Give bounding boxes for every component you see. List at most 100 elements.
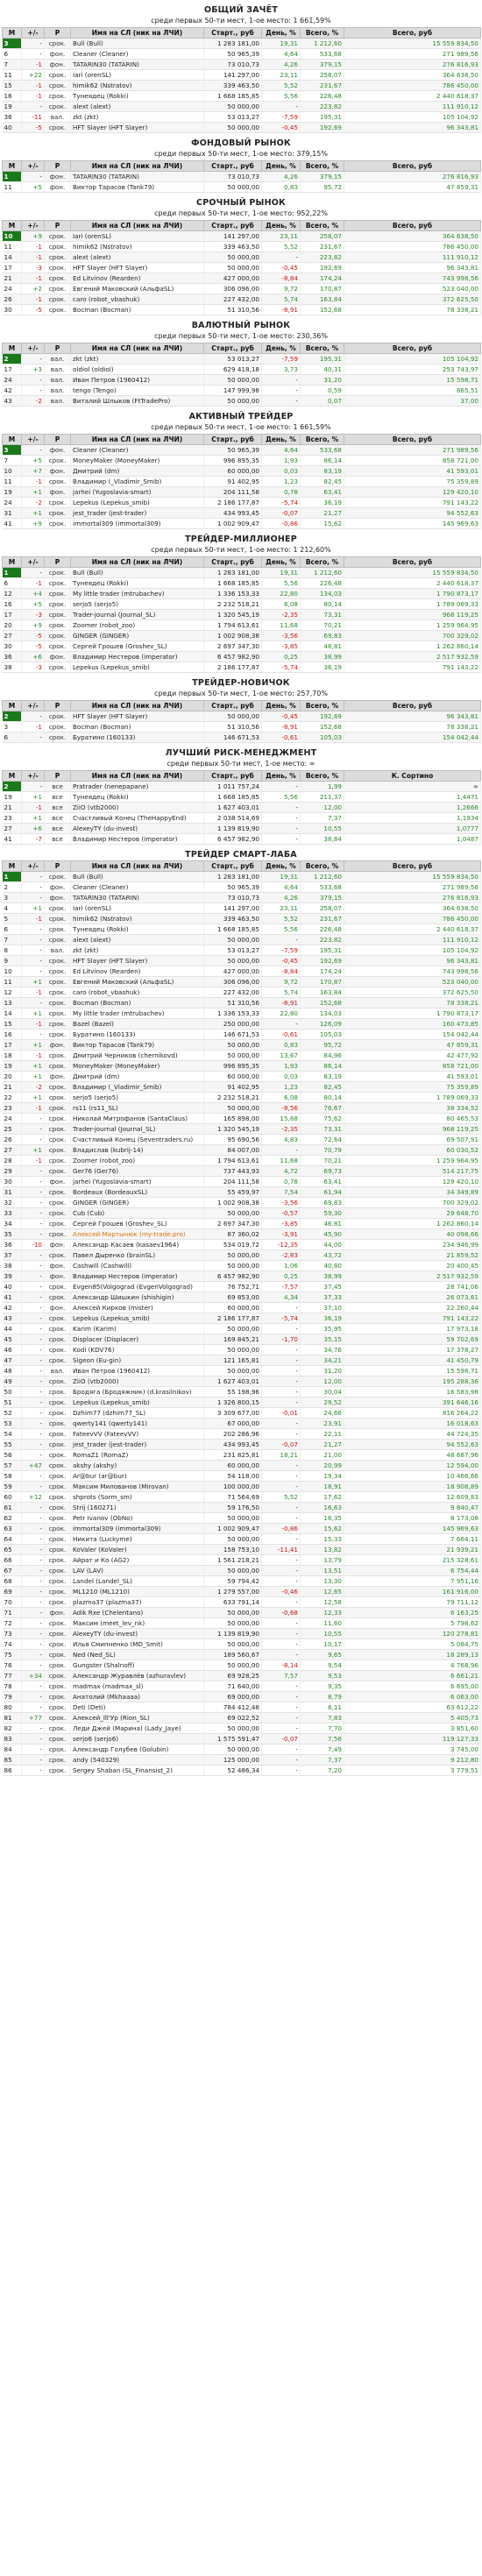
column-header[interactable]: Имя на СЛ (ник на ЛЧИ): [70, 434, 204, 445]
column-header[interactable]: День, %: [261, 556, 301, 568]
column-header[interactable]: Р: [44, 434, 71, 445]
day-cell: -: [261, 934, 301, 945]
column-header[interactable]: Имя на СЛ (ник на ЛЧИ): [70, 700, 204, 711]
column-header[interactable]: Всего, руб: [344, 556, 481, 568]
column-header[interactable]: Всего, руб: [344, 860, 481, 872]
column-header[interactable]: День, %: [261, 434, 301, 445]
total-cell: 1 262 860,14: [344, 1218, 481, 1229]
column-header[interactable]: +/-: [21, 434, 45, 445]
column-header[interactable]: +/-: [21, 160, 45, 172]
column-header[interactable]: +/-: [21, 556, 45, 568]
column-header[interactable]: Всего, %: [300, 27, 344, 39]
column-header[interactable]: Всего, руб: [344, 27, 481, 39]
column-header[interactable]: +/-: [21, 770, 45, 782]
total-cell: 111 910,12: [344, 101, 481, 112]
column-header[interactable]: Старт., руб: [203, 27, 262, 39]
ratings-page: ОБЩИЙ ЗАЧЁТ среди первых 50-ти мест, 1-ое…: [2, 5, 481, 1776]
column-header[interactable]: Старт., руб: [203, 860, 262, 872]
column-header[interactable]: +/-: [21, 860, 45, 872]
rank-cell: 7: [2, 59, 22, 70]
column-header[interactable]: Р: [44, 700, 71, 711]
column-header[interactable]: +/-: [21, 700, 45, 711]
column-header[interactable]: Старт., руб: [203, 700, 262, 711]
column-header[interactable]: День, %: [261, 160, 301, 172]
total-cell: 15 559 834,50: [344, 871, 481, 882]
column-header[interactable]: Всего, %: [300, 770, 344, 782]
total-pct-cell: 73,31: [300, 609, 344, 620]
change-cell: -2: [21, 497, 45, 508]
column-header[interactable]: М: [2, 434, 22, 445]
start-cell: 84 007,00: [203, 1144, 262, 1156]
column-header[interactable]: Имя на СЛ (ник на ЛЧИ): [70, 27, 204, 39]
column-header[interactable]: День, %: [261, 27, 301, 39]
column-header[interactable]: Всего, %: [300, 860, 344, 872]
start-cell: 1 668 185,85: [203, 924, 262, 935]
column-header[interactable]: Старт., руб: [203, 770, 262, 782]
column-header[interactable]: День, %: [261, 220, 301, 231]
column-header[interactable]: +/-: [21, 27, 45, 39]
column-header[interactable]: М: [2, 770, 22, 782]
name-cell: Dzhim77 (dzhim77_SL): [70, 1407, 204, 1419]
column-header[interactable]: Р: [44, 556, 71, 568]
name-cell: ZiiO (vtb2000): [70, 802, 204, 813]
column-header[interactable]: М: [2, 700, 22, 711]
column-header[interactable]: Всего, %: [300, 556, 344, 568]
column-header[interactable]: Всего, %: [300, 700, 344, 711]
total-cell: 22 260,44: [344, 1302, 481, 1313]
column-header[interactable]: М: [2, 160, 22, 172]
column-header[interactable]: День, %: [261, 343, 301, 354]
column-header[interactable]: К. Сортино: [344, 770, 481, 782]
day-cell: -: [261, 1428, 301, 1440]
name-cell: zkt (zkt): [70, 353, 204, 364]
table-row: 6- срок. Буратино (160133) 146 671,53 -0,61 1…: [2, 732, 481, 743]
day-cell: -2,35: [261, 1123, 301, 1135]
column-header[interactable]: М: [2, 556, 22, 568]
start-cell: 53 013,27: [203, 945, 262, 956]
column-header[interactable]: Р: [44, 770, 71, 782]
column-header[interactable]: +/-: [21, 220, 45, 231]
column-header[interactable]: Всего, %: [300, 220, 344, 231]
column-header[interactable]: Имя на СЛ (ник на ЛЧИ): [70, 343, 204, 354]
column-header[interactable]: Всего, руб: [344, 160, 481, 172]
rank-cell: 7: [2, 934, 22, 945]
change-cell: -: [21, 353, 45, 364]
column-header[interactable]: Всего, руб: [344, 700, 481, 711]
column-header[interactable]: Р: [44, 860, 71, 872]
section-subtitle: среди первых 50-ти мест, 1-ое место: 952…: [154, 209, 328, 217]
column-header[interactable]: Старт., руб: [203, 160, 262, 172]
column-header[interactable]: М: [2, 343, 22, 354]
column-header[interactable]: День, %: [261, 860, 301, 872]
day-cell: -: [261, 1702, 301, 1713]
column-header[interactable]: Р: [44, 160, 71, 172]
column-header[interactable]: Всего, руб: [344, 343, 481, 354]
column-header[interactable]: Имя на СЛ (ник на ЛЧИ): [70, 220, 204, 231]
column-header[interactable]: Имя на СЛ (ник на ЛЧИ): [70, 860, 204, 872]
column-header[interactable]: +/-: [21, 343, 45, 354]
column-header[interactable]: М: [2, 27, 22, 39]
column-header[interactable]: Старт., руб: [203, 556, 262, 568]
column-header[interactable]: Р: [44, 343, 71, 354]
column-header[interactable]: М: [2, 220, 22, 231]
table-row: 76- срок. Gungster (Shalnoff) 50 000,00 -8,1…: [2, 1660, 481, 1671]
column-header[interactable]: Всего, руб: [344, 434, 481, 445]
total-pct-cell: 11,60: [300, 1617, 344, 1629]
column-header[interactable]: Всего, руб: [344, 220, 481, 231]
column-header[interactable]: М: [2, 860, 22, 872]
column-header[interactable]: Всего, %: [300, 434, 344, 445]
column-header[interactable]: День, %: [261, 700, 301, 711]
column-header[interactable]: Р: [44, 27, 71, 39]
column-header[interactable]: День, %: [261, 770, 301, 782]
column-header[interactable]: Р: [44, 220, 71, 231]
column-header[interactable]: Старт., руб: [203, 434, 262, 445]
day-cell: 13,67: [261, 1050, 301, 1061]
rank-cell: 18: [2, 1050, 22, 1061]
table-row: 23 -1 срок. rs11 (rs11_SL) 50 000,00 -8,56 76,…: [2, 1102, 481, 1114]
column-header[interactable]: Всего, %: [300, 343, 344, 354]
name-cell: Тунеядец (Rokki): [70, 791, 204, 803]
column-header[interactable]: Имя на СЛ (ник на ЛЧИ): [70, 770, 204, 782]
column-header[interactable]: Имя на СЛ (ник на ЛЧИ): [70, 160, 204, 172]
column-header[interactable]: Всего, %: [300, 160, 344, 172]
column-header[interactable]: Старт., руб: [203, 343, 262, 354]
column-header[interactable]: Старт., руб: [203, 220, 262, 231]
column-header[interactable]: Имя на СЛ (ник на ЛЧИ): [70, 556, 204, 568]
